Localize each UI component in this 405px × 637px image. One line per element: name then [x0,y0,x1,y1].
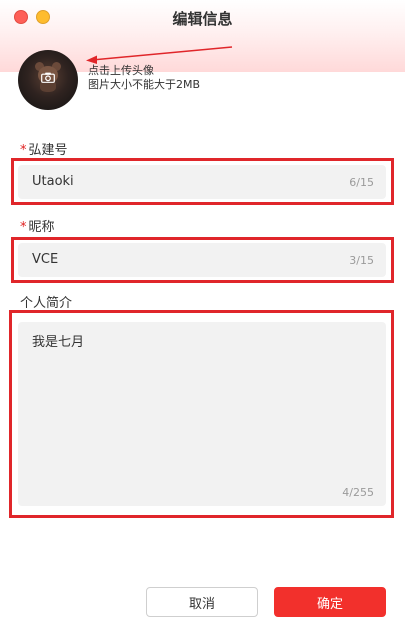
highlight-frame [11,158,394,205]
nickname-label: * 昵称 [20,220,55,235]
required-mark: * [20,143,27,158]
highlight-frame [9,310,394,518]
bio-label: 个人简介 [20,296,73,311]
confirm-button[interactable]: 确定 [274,587,386,617]
highlight-frame [11,237,394,283]
annotation-arrow [86,46,233,64]
edit-info-dialog: 编辑信息 点击上传头像 图片大小不能大于2MB * 弘建号 Utaoki 6/15… [0,0,405,637]
required-mark: * [20,220,27,235]
account-label: * 弘建号 [20,143,68,158]
cancel-button[interactable]: 取消 [146,587,258,617]
